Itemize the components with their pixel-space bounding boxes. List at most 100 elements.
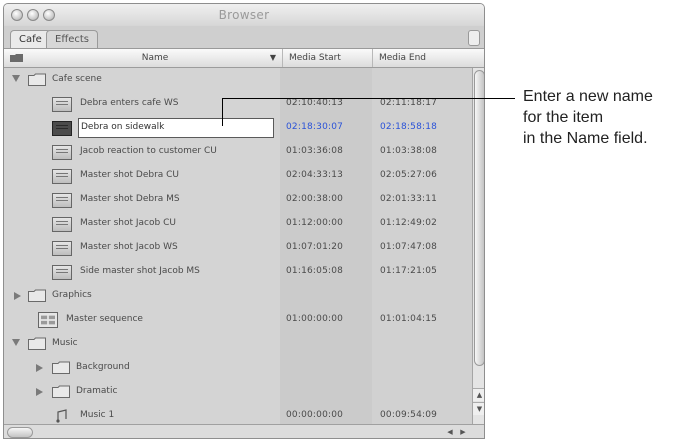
callout-line: Enter a new name [523,88,653,105]
tab-effects[interactable]: Effects [46,30,98,48]
item-name: Cafe scene [52,74,102,84]
list-item[interactable]: Music [4,332,472,356]
callout-annotation: Enter a new name for the item in the Nam… [523,86,653,149]
list-item[interactable]: Master shot Debra CU 02:04:33:13 02:05:2… [4,164,472,188]
folder-icon [28,337,46,350]
item-name: Master shot Jacob CU [80,218,176,228]
tab-bar: Cafe Effects [4,26,484,49]
column-header-row: Name ▼ Media Start Media End [4,49,484,68]
callout-line: in the Name field. [523,130,648,147]
media-start-value: 01:03:36:08 [286,146,344,156]
item-name: Master shot Debra CU [80,170,180,180]
list-item-selected[interactable]: Debra on sidewalk 02:18:30:07 02:18:58:1… [4,116,472,140]
media-end-value: 02:11:18:17 [380,98,438,108]
scroll-right-arrow-icon[interactable]: ▶ [457,426,469,438]
clip-icon [52,97,72,112]
horizontal-scroll-thumb[interactable] [7,427,33,438]
media-end-value: 01:07:47:08 [380,242,438,252]
folder-icon [10,53,24,63]
folder-icon [52,385,70,398]
item-name: Side master shot Jacob MS [80,266,200,276]
disclosure-triangle-icon[interactable] [36,388,43,396]
name-column-header[interactable]: Name ▼ [28,49,282,67]
media-end-value: 01:03:38:08 [380,146,438,156]
item-name: Background [76,362,130,372]
disclosure-triangle-icon[interactable] [36,364,43,372]
media-end-value: 02:01:33:11 [380,194,438,204]
folder-icon [28,73,46,86]
list-item[interactable]: Master sequence 01:00:00:00 01:01:04:15 [4,308,472,332]
item-name: Music [52,338,78,348]
list-item[interactable]: Jacob reaction to customer CU 01:03:36:0… [4,140,472,164]
item-name: Master shot Debra MS [80,194,180,204]
list-item[interactable]: Master shot Jacob CU 01:12:00:00 01:12:4… [4,212,472,236]
toolbar-toggle-button[interactable] [468,30,480,46]
item-name: Graphics [52,290,92,300]
media-start-column-label: Media Start [289,53,341,63]
clip-icon [52,265,72,280]
list-item[interactable]: Graphics [4,284,472,308]
vertical-scroll-thumb[interactable] [474,70,484,366]
clip-icon [52,145,72,160]
list-item[interactable]: Debra enters cafe WS 02:10:40:13 02:11:1… [4,92,472,116]
horizontal-scrollbar[interactable]: ◀ ▶ [4,424,484,438]
list-item[interactable]: Cafe scene [4,68,472,92]
disclosure-triangle-icon[interactable] [12,339,20,346]
item-name: Music 1 [80,410,115,420]
browser-list[interactable]: Cafe scene Debra enters cafe WS 02:10:40… [4,68,472,424]
audio-clip-icon [56,409,67,423]
media-end-value: 01:12:49:02 [380,218,438,228]
tab-cafe[interactable]: Cafe [10,30,51,48]
media-start-value: 02:04:33:13 [286,170,344,180]
media-start-value: 01:07:01:20 [286,242,344,252]
list-item[interactable]: Side master shot Jacob MS 01:16:05:08 01… [4,260,472,284]
media-end-column-header[interactable]: Media End [372,49,472,67]
media-start-value: 02:18:30:07 [286,122,344,132]
clip-icon [52,121,72,136]
clip-icon [52,193,72,208]
title-bar[interactable]: Browser [4,4,484,27]
item-name: Jacob reaction to customer CU [80,146,217,156]
name-edit-field[interactable]: Debra on sidewalk [78,118,274,138]
sort-arrow-icon: ▼ [269,53,276,62]
list-item[interactable]: Background [4,356,472,380]
name-column-label: Name [141,53,169,63]
media-end-column-label: Media End [379,53,426,63]
sequence-icon [38,312,58,328]
folder-icon [52,361,70,374]
media-start-value: 01:16:05:08 [286,266,344,276]
scroll-down-arrow-icon[interactable]: ▼ [473,402,484,415]
item-name: Master shot Jacob WS [80,242,178,252]
disclosure-triangle-icon[interactable] [14,292,21,300]
scroll-left-arrow-icon[interactable]: ◀ [444,426,456,438]
item-name: Debra enters cafe WS [80,98,179,108]
media-end-value: 00:09:54:09 [380,410,438,420]
media-end-value: 02:05:27:06 [380,170,438,180]
window-title: Browser [218,8,270,22]
list-item[interactable]: Dramatic [4,380,472,404]
scroll-up-arrow-icon[interactable]: ▲ [473,388,484,401]
callout-leader-line [222,98,515,99]
media-start-value: 00:00:00:00 [286,410,344,420]
callout-leader-vertical [222,98,223,126]
item-name: Master sequence [66,314,143,324]
folder-icon [28,289,46,302]
disclosure-triangle-icon[interactable] [12,75,20,82]
clip-icon [52,217,72,232]
media-end-value: 01:17:21:05 [380,266,438,276]
list-item[interactable]: Master shot Debra MS 02:00:38:00 02:01:3… [4,188,472,212]
media-end-value: 01:01:04:15 [380,314,438,324]
item-name: Dramatic [76,386,118,396]
media-start-column-header[interactable]: Media Start [282,49,372,67]
clip-icon [52,241,72,256]
list-item[interactable]: Master shot Jacob WS 01:07:01:20 01:07:4… [4,236,472,260]
vertical-scrollbar[interactable]: ▲ ▼ [472,68,484,424]
media-start-value: 02:00:38:00 [286,194,344,204]
name-edit-value: Debra on sidewalk [81,122,165,132]
media-end-value: 02:18:58:18 [380,122,438,132]
media-start-value: 02:10:40:13 [286,98,344,108]
clip-icon [52,169,72,184]
media-start-value: 01:12:00:00 [286,218,344,228]
browser-window: Browser Cafe Effects Name ▼ Media Start … [3,3,485,439]
callout-line: for the item [523,109,604,126]
